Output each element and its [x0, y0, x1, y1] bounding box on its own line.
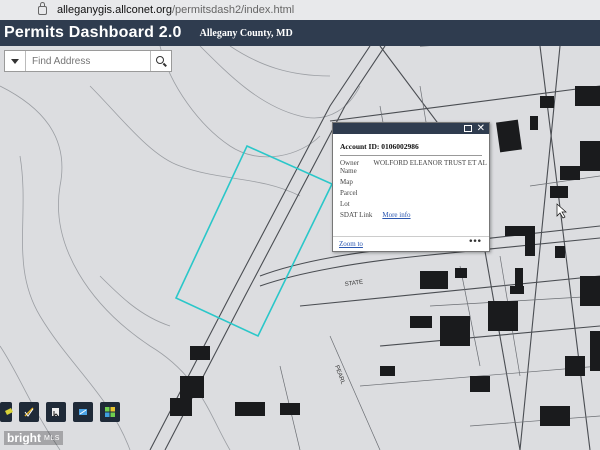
- measure-button[interactable]: [73, 402, 93, 422]
- search-button[interactable]: [150, 51, 171, 71]
- basemap-grid-icon: [105, 407, 115, 417]
- url-text[interactable]: alleganygis.allconet.org/permitsdash2/in…: [57, 4, 294, 16]
- owner-name-value: WOLFORD ELEANOR TRUST ET AL: [373, 159, 487, 167]
- basemap-button[interactable]: [100, 402, 120, 422]
- attribute-row: Parcel: [340, 189, 487, 200]
- select-button[interactable]: [46, 402, 66, 422]
- attribute-value: [372, 200, 487, 211]
- measure-icon: [79, 409, 87, 415]
- attribute-row: Lot: [340, 200, 487, 211]
- attribute-row: Owner Name WOLFORD ELEANOR TRUST ET AL: [340, 159, 487, 178]
- caret-down-icon: [11, 58, 19, 64]
- sdat-more-info-link[interactable]: More info: [382, 211, 410, 219]
- parcel-info-popup: ✕ Account ID: 0106002986 Owner Name WOLF…: [332, 122, 490, 252]
- map-graphics[interactable]: STATE PEARL: [0, 46, 600, 450]
- attribute-label: SDAT Link: [340, 211, 373, 219]
- map-toolbar: [0, 402, 127, 426]
- attribute-label: Lot: [340, 200, 350, 208]
- attribute-row: SDAT Link More info: [340, 211, 487, 222]
- attribute-label: Owner Name: [340, 159, 360, 175]
- layers-button[interactable]: [0, 402, 13, 422]
- search-input[interactable]: [26, 54, 150, 68]
- brightmls-watermark: bright MLS: [4, 431, 63, 445]
- attribute-value: [372, 178, 487, 189]
- popup-titlebar: ✕: [333, 123, 489, 134]
- address-search[interactable]: [4, 50, 172, 72]
- edit-icon: [24, 407, 34, 417]
- more-actions-button[interactable]: •••: [468, 237, 482, 247]
- zoom-to-link[interactable]: Zoom to: [339, 240, 363, 248]
- map-canvas[interactable]: STATE PEARL: [0, 46, 600, 450]
- close-icon[interactable]: ✕: [477, 123, 485, 134]
- account-id: Account ID: 0106002986: [340, 142, 419, 151]
- attribute-label: Map: [340, 178, 353, 186]
- attribute-value: [372, 189, 487, 200]
- layers-icon: [5, 408, 13, 415]
- divider: [340, 155, 482, 156]
- county-label: Allegany County, MD: [199, 27, 293, 39]
- browser-url-bar[interactable]: alleganygis.allconet.org/permitsdash2/in…: [0, 0, 600, 21]
- parcel-attributes: Owner Name WOLFORD ELEANOR TRUST ET AL M…: [340, 159, 487, 222]
- lock-icon: [38, 1, 47, 15]
- maximize-icon[interactable]: [463, 125, 472, 132]
- app-header: Permits Dashboard 2.0 Allegany County, M…: [0, 20, 600, 46]
- attribute-label: Parcel: [340, 189, 358, 197]
- search-dropdown-button[interactable]: [5, 51, 26, 71]
- popup-footer: Zoom to •••: [333, 236, 489, 251]
- app-title: Permits Dashboard 2.0: [4, 24, 182, 41]
- search-icon: [156, 56, 164, 64]
- attribute-row: Map: [340, 178, 487, 189]
- select-icon: [52, 408, 59, 417]
- edit-button[interactable]: [19, 402, 39, 422]
